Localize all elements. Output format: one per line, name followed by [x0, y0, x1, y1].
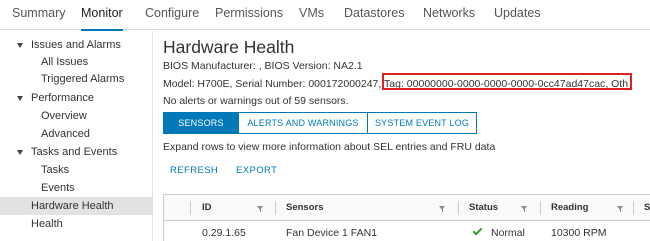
- alerts-summary: No alerts or warnings out of 59 sensors.: [163, 95, 349, 107]
- bios-info: BIOS Manufacturer: , BIOS Version: NA2.1: [163, 60, 363, 72]
- tab-updates[interactable]: Updates: [494, 0, 541, 30]
- page-title: Hardware Health: [163, 37, 295, 57]
- nav-item-all-issues[interactable]: All Issues: [0, 53, 153, 71]
- tab-networks[interactable]: Networks: [423, 0, 475, 30]
- top-tab-bar: Summary Monitor Configure Permissions VM…: [0, 0, 650, 31]
- column-separator: [190, 201, 191, 215]
- nav-label: Health: [31, 218, 63, 230]
- column-separator: [275, 201, 276, 215]
- model-serial-text: Model: H700E, Serial Number: 00017200024…: [163, 78, 385, 90]
- caret-down-icon: [17, 150, 23, 155]
- filter-icon[interactable]: [521, 206, 527, 212]
- cell-sensor: Fan Device 1 FAN1: [286, 227, 378, 239]
- caret-down-icon: [17, 96, 23, 101]
- table-row[interactable]: 0.29.1.65 Fan Device 1 FAN1 Normal 10300…: [164, 222, 650, 241]
- nav-item-overview[interactable]: Overview: [0, 107, 153, 125]
- nav-label: Tasks and Events: [31, 146, 118, 158]
- refresh-button[interactable]: REFRESH: [170, 165, 218, 176]
- nav-label: Issues and Alarms: [31, 39, 121, 51]
- column-separator: [633, 201, 634, 215]
- column-header-s[interactable]: S: [644, 195, 650, 221]
- nav-item-events[interactable]: Events: [0, 179, 153, 197]
- column-header-status[interactable]: Status: [469, 195, 498, 221]
- cell-id: 0.29.1.65: [202, 227, 246, 239]
- tab-datastores[interactable]: Datastores: [344, 0, 404, 30]
- tab-vms[interactable]: VMs: [299, 0, 324, 30]
- nav-item-tasks[interactable]: Tasks: [0, 161, 153, 179]
- export-button[interactable]: EXPORT: [236, 165, 277, 176]
- column-separator: [540, 201, 541, 215]
- system-event-log-tab-button[interactable]: SYSTEM EVENT LOG: [367, 112, 477, 134]
- column-separator: [458, 201, 459, 215]
- table-header: ID Sensors Status Reading S: [164, 195, 650, 221]
- cell-reading: 10300 RPM: [551, 227, 607, 239]
- check-icon: [472, 225, 483, 236]
- caret-down-icon: [17, 43, 23, 48]
- nav-label: Events: [41, 182, 75, 194]
- nav-group-tasks-and-events[interactable]: Tasks and Events: [0, 143, 153, 161]
- column-header-id[interactable]: ID: [202, 195, 212, 221]
- nav-item-health[interactable]: Health: [0, 215, 153, 233]
- nav-item-advanced[interactable]: Advanced: [0, 125, 153, 143]
- sensors-tab-button[interactable]: SENSORS: [163, 112, 239, 134]
- sensors-table: ID Sensors Status Reading S 0.29.1.65 Fa…: [163, 194, 650, 241]
- nav-label: All Issues: [41, 56, 89, 68]
- filter-icon[interactable]: [439, 206, 445, 212]
- nav-group-issues-and-alarms[interactable]: Issues and Alarms: [0, 36, 153, 54]
- alerts-and-warnings-tab-button[interactable]: ALERTS AND WARNINGS: [238, 112, 368, 134]
- left-nav: Issues and Alarms All Issues Triggered A…: [0, 31, 153, 241]
- nav-group-performance[interactable]: Performance: [0, 89, 153, 107]
- column-header-sensors[interactable]: Sensors: [286, 195, 324, 221]
- tab-configure[interactable]: Configure: [145, 0, 199, 30]
- column-header-reading[interactable]: Reading: [551, 195, 588, 221]
- tag-highlight-box: [382, 73, 632, 90]
- nav-label: Performance: [31, 92, 94, 104]
- nav-item-triggered-alarms[interactable]: Triggered Alarms: [0, 70, 153, 88]
- tab-monitor[interactable]: Monitor: [81, 0, 123, 31]
- nav-label: Hardware Health: [31, 200, 114, 212]
- nav-item-hardware-health[interactable]: Hardware Health: [0, 197, 153, 215]
- expand-rows-hint: Expand rows to view more information abo…: [163, 141, 496, 153]
- tab-permissions[interactable]: Permissions: [215, 0, 283, 30]
- tab-summary[interactable]: Summary: [12, 0, 65, 30]
- nav-label: Overview: [41, 110, 87, 122]
- filter-icon[interactable]: [617, 206, 623, 212]
- filter-icon[interactable]: [257, 206, 263, 212]
- main-content: Hardware Health BIOS Manufacturer: , BIO…: [163, 31, 650, 241]
- nav-label: Advanced: [41, 128, 90, 140]
- nav-label: Triggered Alarms: [41, 73, 125, 85]
- nav-label: Tasks: [41, 164, 70, 176]
- cell-status: Normal: [491, 227, 525, 239]
